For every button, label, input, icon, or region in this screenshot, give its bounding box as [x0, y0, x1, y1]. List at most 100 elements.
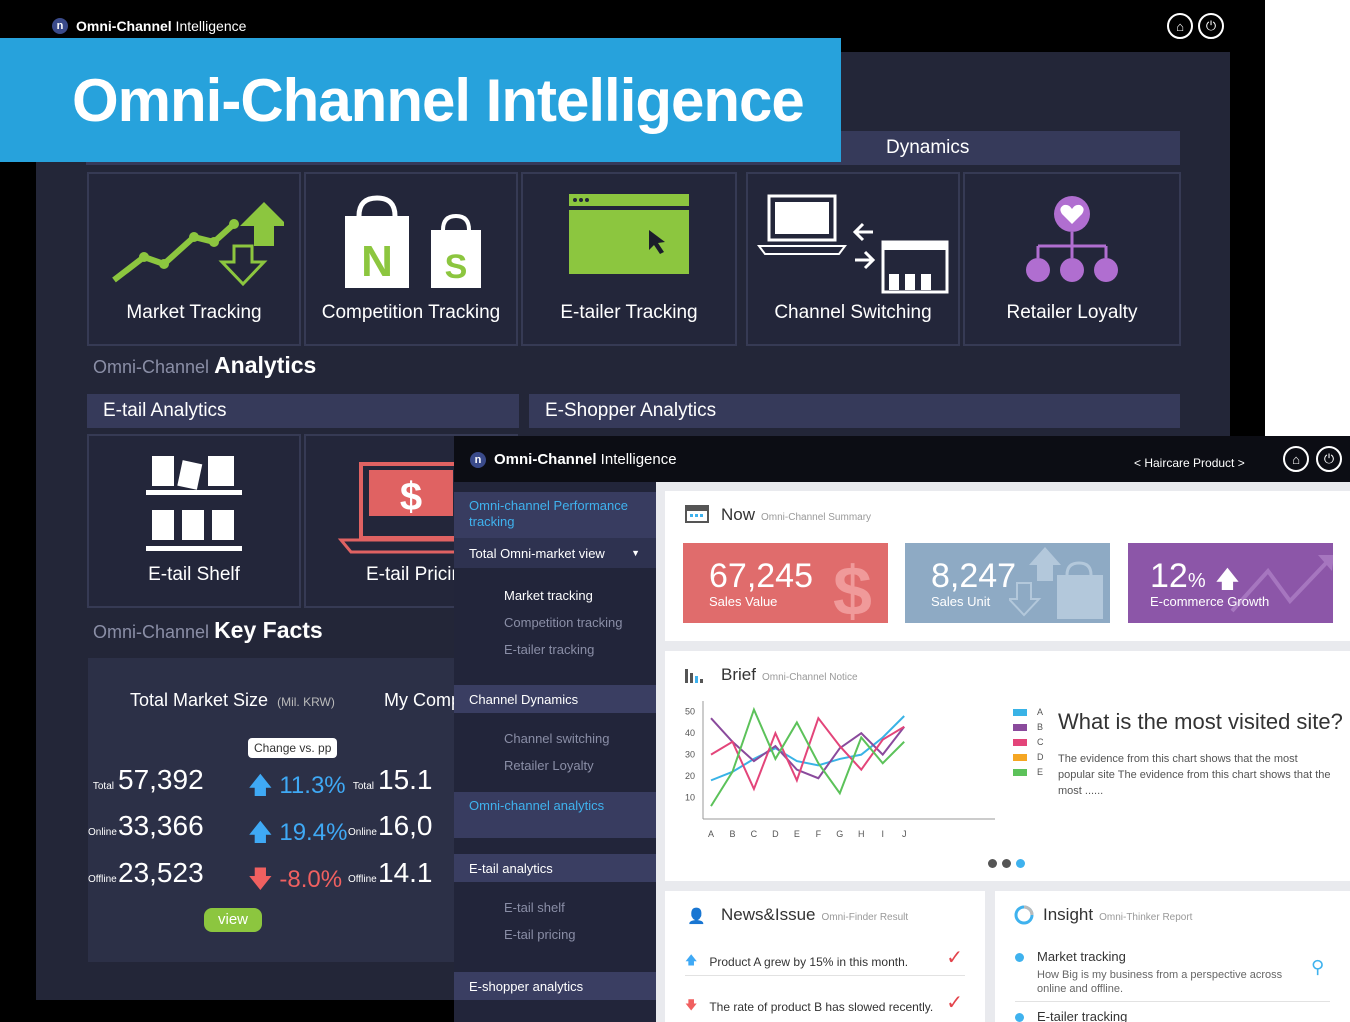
- kpi-sales-value[interactable]: $ 67,245 Sales Value: [683, 543, 888, 623]
- legend-label: C: [1037, 737, 1044, 747]
- page-title-banner: Omni-Channel Intelligence: [0, 38, 841, 162]
- tile-label: Competition Tracking: [321, 302, 501, 323]
- back-brand: n Omni-Channel Intelligence: [52, 18, 246, 34]
- card-title-text: Insight: [1043, 905, 1094, 924]
- home-icon[interactable]: ⌂: [1283, 446, 1309, 472]
- legend-item: C: [1013, 737, 1044, 747]
- fact-label: Offline: [348, 874, 377, 885]
- brand-logo-icon: n: [470, 451, 486, 468]
- sidebar-item-total-view[interactable]: Total Omni-market view ▼: [454, 538, 656, 568]
- fact-change-value: -8.0%: [279, 866, 343, 893]
- card-subtitle: Omni-Finder Result: [821, 912, 909, 923]
- tile-competition-tracking[interactable]: N S Competition Tracking: [304, 172, 518, 346]
- kpi-sales-unit[interactable]: 8,247 Sales Unit: [905, 543, 1110, 623]
- tile-label: E-tail Shelf: [148, 564, 240, 585]
- card-title-text: Now: [721, 505, 756, 524]
- insight-item-desc: How Big is my business from a perspectiv…: [1037, 969, 1283, 995]
- breadcrumb[interactable]: < Haircare Product >: [1134, 456, 1245, 470]
- x-tick-label: C: [751, 829, 758, 839]
- eshopper-analytics-bar[interactable]: E-Shopper Analytics: [529, 394, 1180, 428]
- sidebar-sub-competition-tracking[interactable]: Competition tracking: [504, 615, 623, 630]
- check-icon[interactable]: ✓: [946, 990, 963, 1015]
- sidebar-sub-etail-shelf[interactable]: E-tail shelf: [504, 900, 565, 915]
- tile-etail-shelf[interactable]: E-tail Shelf: [87, 434, 301, 608]
- insight-card: Insight Omni-Thinker Report Market track…: [995, 891, 1350, 1022]
- sidebar-item-channel-dynamics[interactable]: Channel Dynamics: [454, 685, 656, 713]
- front-brand: n Omni-Channel Intelligence: [470, 451, 677, 468]
- screenshot-stage: n Omni-Channel Intelligence ⌂ ⏻ Dynamics…: [0, 0, 1350, 1022]
- tile-channel-switching[interactable]: Channel Switching: [746, 172, 960, 346]
- power-icon[interactable]: ⏻: [1316, 446, 1342, 472]
- svg-text:N: N: [361, 237, 393, 286]
- title-prefix: Omni-Channel: [93, 357, 215, 377]
- sidebar-head-analytics[interactable]: Omni-channel analytics: [454, 792, 656, 838]
- brand-bold: Omni-Channel: [76, 18, 172, 34]
- facts-unit: (Mil. KRW): [277, 695, 335, 709]
- news-item[interactable]: 🡇 The rate of product B has slowed recen…: [685, 996, 975, 1017]
- sidebar-sub-retailer-loyalty[interactable]: Retailer Loyalty: [504, 758, 594, 773]
- tile-label: E-tailer Tracking: [560, 302, 698, 323]
- my-comp-title: My Comp: [384, 690, 462, 710]
- sidebar-sub-market-tracking[interactable]: Market tracking: [504, 588, 593, 603]
- x-tick-label: A: [708, 829, 714, 839]
- legend-item: E: [1013, 767, 1043, 777]
- fact-row-online: Online 33,366: [88, 810, 204, 842]
- key-facts-panel: Total Market Size (Mil. KRW) Change vs. …: [88, 658, 462, 962]
- trend-line-icon: [1230, 555, 1333, 613]
- kpi-value: 8,247: [931, 557, 1017, 595]
- brand-bold: Omni-Channel: [494, 451, 597, 468]
- fact-label: Online: [88, 827, 117, 838]
- search-icon[interactable]: ⚲: [1311, 957, 1324, 978]
- carousel-dot-active[interactable]: [1016, 859, 1025, 868]
- change-badge: Change vs. pp: [248, 738, 338, 758]
- tile-etailer-tracking[interactable]: E-tailer Tracking: [521, 172, 737, 346]
- laptop-store-icon: [757, 194, 949, 294]
- sidebar-item-label: E-tail analytics: [469, 860, 553, 876]
- x-tick-label: F: [816, 829, 822, 839]
- bullet-dot: [1015, 953, 1024, 962]
- sidebar-item-label: E-shopper analytics: [469, 978, 584, 994]
- etail-analytics-bar[interactable]: E-tail Analytics: [87, 394, 519, 428]
- arrow-down-icon: 🡇: [685, 998, 698, 1012]
- sidebar-item-eshopper-analytics[interactable]: E-shopper analytics: [454, 972, 656, 1000]
- analytics-title: Omni-Channel Analytics: [93, 352, 316, 379]
- title-main: Key Facts: [214, 617, 323, 643]
- y-tick-label: 30: [685, 750, 695, 760]
- news-item[interactable]: 🡅 Product A grew by 15% in this month.: [685, 951, 975, 972]
- brand-rest: Intelligence: [171, 18, 247, 34]
- heart-network-icon: [1026, 196, 1118, 282]
- insight-item-title[interactable]: Market tracking: [1037, 949, 1126, 964]
- tile-retailer-loyalty[interactable]: Retailer Loyalty: [963, 172, 1181, 346]
- insight-item-title[interactable]: E-tailer tracking: [1037, 1009, 1127, 1022]
- facts-title: Total Market Size: [130, 690, 269, 710]
- fact-change-offline: 🡇 -8.0%: [248, 862, 342, 903]
- carousel-dot[interactable]: [1002, 859, 1011, 868]
- sidebar-sub-etailer-tracking[interactable]: E-tailer tracking: [504, 642, 594, 657]
- sidebar-head-performance[interactable]: Omni-channel Performance tracking: [454, 492, 656, 538]
- tile-label: Market Tracking: [126, 302, 262, 323]
- comp-row-total: Total 15.1: [348, 764, 433, 796]
- check-icon[interactable]: ✓: [946, 945, 963, 970]
- kpi-ecommerce-growth[interactable]: 12% 🡅 E-commerce Growth: [1128, 543, 1333, 623]
- sidebar-sub-etail-pricing[interactable]: E-tail pricing: [504, 927, 576, 942]
- home-icon[interactable]: ⌂: [1167, 13, 1193, 39]
- sidebar-sub-channel-switching[interactable]: Channel switching: [504, 731, 610, 746]
- kpi-label: Sales Value: [709, 594, 778, 609]
- now-title: Now Omni-Channel Summary: [721, 505, 871, 525]
- brief-body: The evidence from this chart shows that …: [1058, 753, 1331, 797]
- news-icon: 👤: [687, 908, 706, 925]
- x-tick-label: J: [902, 829, 907, 839]
- dynamics-partial-label: Dynamics: [886, 137, 970, 158]
- x-tick-label: G: [836, 829, 843, 839]
- kpi-unit: %: [1187, 570, 1206, 592]
- view-button[interactable]: view: [204, 908, 262, 932]
- x-tick-label: I: [881, 829, 884, 839]
- sidebar-item-etail-analytics[interactable]: E-tail analytics: [454, 854, 656, 882]
- y-tick-label: 40: [685, 728, 695, 738]
- tile-market-tracking[interactable]: Market Tracking: [87, 172, 301, 346]
- x-tick-label: D: [772, 829, 779, 839]
- arrow-up-icon: 🡅: [685, 953, 698, 967]
- kpi-value: 67,245: [709, 557, 813, 595]
- carousel-dot[interactable]: [988, 859, 997, 868]
- power-icon[interactable]: ⏻: [1198, 13, 1224, 39]
